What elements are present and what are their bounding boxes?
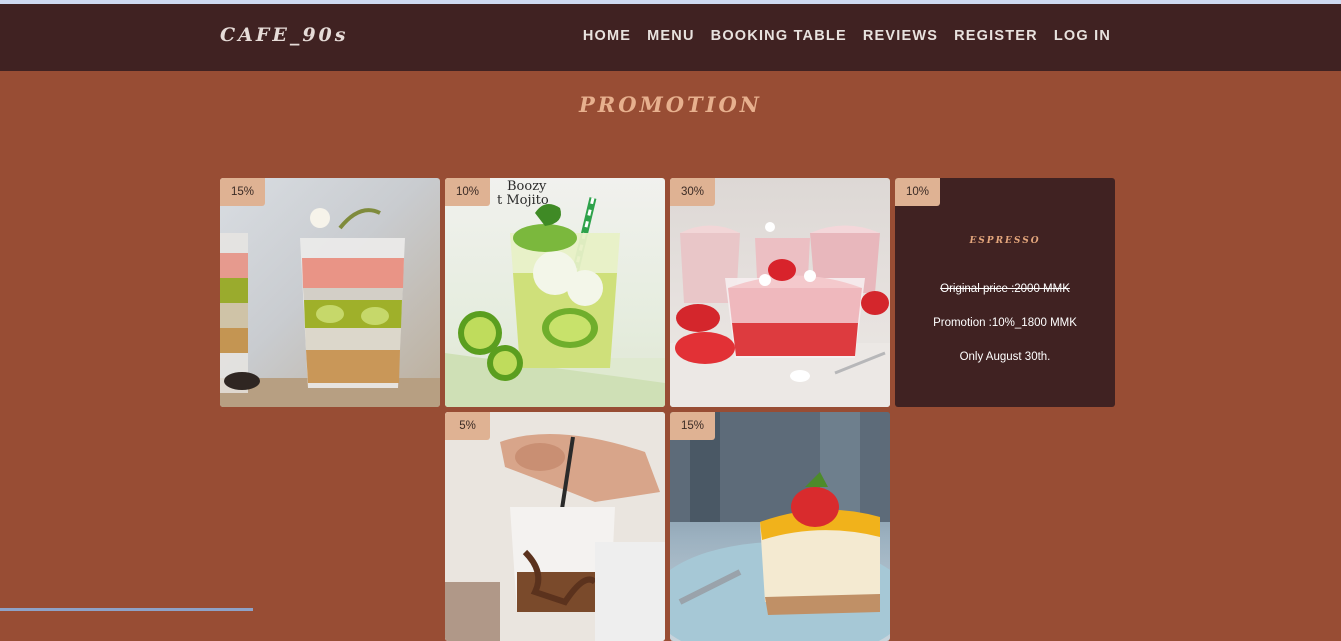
nav-login[interactable]: LOG IN <box>1054 28 1111 44</box>
iced-coffee-photo <box>445 412 665 641</box>
cheesecake-photo <box>670 412 890 641</box>
promo-card-espresso[interactable]: 10% ESPRESSO Original price :2000 MMK Pr… <box>895 178 1115 407</box>
svg-text:t Mojito: t Mojito <box>497 193 549 208</box>
main-nav: HOME MENU BOOKING TABLE REVIEWS REGISTER… <box>583 28 1111 44</box>
nav-menu[interactable]: MENU <box>647 28 695 44</box>
nav-home[interactable]: HOME <box>583 28 631 44</box>
parfait-photo <box>220 178 440 407</box>
navbar: CAFE_90s HOME MENU BOOKING TABLE REVIEWS… <box>0 4 1341 71</box>
discount-badge: 15% <box>670 412 715 440</box>
promo-card-mojito[interactable]: Boozy t Mojito 10% <box>445 178 665 407</box>
svg-text:Boozy: Boozy <box>507 179 547 194</box>
original-price: Original price :2000 MMK <box>940 283 1070 295</box>
mojito-photo: Boozy t Mojito <box>445 178 665 407</box>
discount-badge: 5% <box>445 412 490 440</box>
discount-badge: 30% <box>670 178 715 206</box>
promotion-price: Promotion :10%_1800 MMK <box>933 317 1077 329</box>
mousse-photo <box>670 178 890 407</box>
site-logo[interactable]: CAFE_90s <box>220 24 348 46</box>
nav-reviews[interactable]: REVIEWS <box>863 28 938 44</box>
promo-card-cheesecake[interactable]: 15% <box>670 412 890 641</box>
nav-register[interactable]: REGISTER <box>954 28 1038 44</box>
discount-badge: 10% <box>895 178 940 206</box>
product-name: ESPRESSO <box>969 236 1041 246</box>
promotion-validity: Only August 30th. <box>959 351 1051 363</box>
promotion-title: PROMOTION <box>578 92 762 117</box>
discount-badge: 15% <box>220 178 265 206</box>
discount-badge: 10% <box>445 178 490 206</box>
nav-booking-table[interactable]: BOOKING TABLE <box>711 28 847 44</box>
promo-card-mousse[interactable]: 30% <box>670 178 890 407</box>
promo-card-iced-coffee[interactable]: 5% <box>445 412 665 641</box>
promo-card-parfait[interactable]: 15% <box>220 178 440 407</box>
